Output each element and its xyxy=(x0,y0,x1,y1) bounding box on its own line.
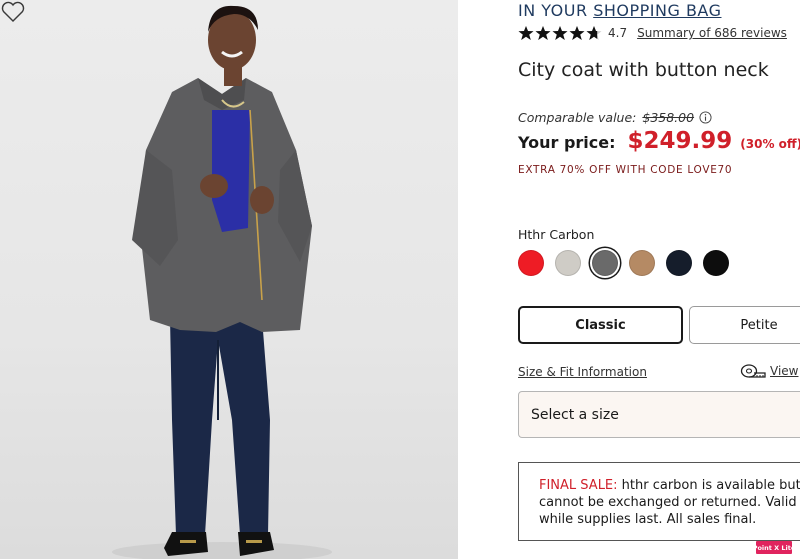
color-swatch-black[interactable] xyxy=(703,250,729,276)
final-sale-label: FINAL SALE: xyxy=(539,478,618,493)
rating-summary: 4.7 Summary of 686 reviews xyxy=(518,25,787,41)
star-icon xyxy=(552,26,568,40)
fit-petite-button[interactable]: Petite xyxy=(689,306,800,344)
color-swatch-red[interactable] xyxy=(518,250,544,276)
promo-code-text: EXTRA 70% OFF WITH CODE LOVE70 xyxy=(518,164,733,176)
measuring-tape-icon xyxy=(740,364,766,378)
final-sale-line-3: while supplies last. All sales final. xyxy=(539,512,757,527)
size-select[interactable]: Select a size xyxy=(518,391,800,438)
star-icon xyxy=(518,26,534,40)
bag-status: IN YOUR SHOPPING BAG xyxy=(518,1,721,20)
sale-price: $249.99 xyxy=(627,128,733,154)
comparable-label: Comparable value: xyxy=(518,110,637,125)
star-icon xyxy=(569,26,585,40)
model-in-coat-illustration xyxy=(112,5,332,559)
color-swatch-camel[interactable] xyxy=(629,250,655,276)
comparable-price: $358.00 xyxy=(642,110,695,125)
color-swatch-navy[interactable] xyxy=(666,250,692,276)
shopping-bag-link[interactable]: SHOPPING BAG xyxy=(593,1,721,20)
selected-color-name: Hthr Carbon xyxy=(518,227,595,242)
star-icon xyxy=(586,26,602,40)
view-link[interactable]: View xyxy=(770,364,798,378)
bag-status-text: IN YOUR xyxy=(518,1,588,20)
color-swatch-heather-ivory[interactable] xyxy=(555,250,581,276)
price-row: Your price: $249.99 (30% off) xyxy=(518,128,800,154)
star-icon xyxy=(535,26,551,40)
fit-classic-button[interactable]: Classic xyxy=(518,306,683,344)
product-details-panel: IN YOUR SHOPPING BAG 4.7 Summary of 686 … xyxy=(458,0,800,559)
star-rating xyxy=(518,25,602,41)
discount-percent: (30% off) xyxy=(740,137,800,151)
comparable-value: Comparable value: $358.00 xyxy=(518,110,712,125)
view-measurements[interactable]: View xyxy=(740,362,798,380)
info-icon[interactable] xyxy=(699,111,712,124)
color-swatch-hthr-carbon[interactable] xyxy=(592,250,618,276)
heart-icon[interactable] xyxy=(0,0,26,24)
your-price-label: Your price: xyxy=(518,133,616,152)
reviews-link[interactable]: Summary of 686 reviews xyxy=(637,26,787,40)
color-swatches xyxy=(518,250,729,276)
product-title: City coat with button neck xyxy=(518,59,769,81)
final-sale-notice: FINAL SALE: hthr carbon is available but… xyxy=(518,462,800,541)
final-sale-line-1-text: hthr carbon is available but xyxy=(621,478,800,493)
rating-value: 4.7 xyxy=(608,26,628,40)
final-sale-line-1: FINAL SALE: hthr carbon is available but xyxy=(539,477,800,494)
product-image[interactable] xyxy=(0,0,458,559)
point-x-lite-badge[interactable]: Point X Lite xyxy=(753,541,795,554)
final-sale-line-2: cannot be exchanged or returned. Valid xyxy=(539,495,797,510)
size-fit-info-link[interactable]: Size & Fit Information xyxy=(518,365,647,379)
